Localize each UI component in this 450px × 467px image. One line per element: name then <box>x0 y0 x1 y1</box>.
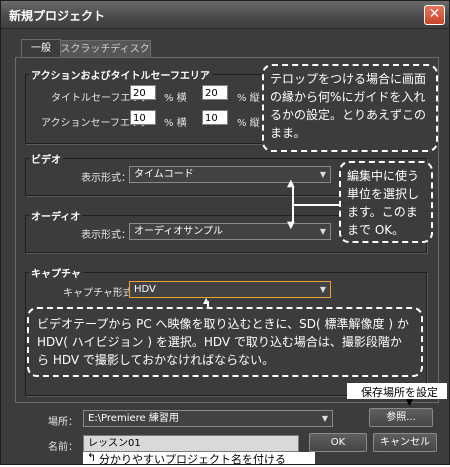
tab-scratch-disks[interactable]: スクラッチディスク <box>59 40 151 58</box>
safe-area-callout-text: テロップをつける場合に画面の縁から何%にガイドを入れるかの設定。とりあえずこのま… <box>270 72 427 140</box>
action-safe-horizontal-unit: % 横 <box>164 118 187 129</box>
title-safe-vertical-input[interactable]: 20 <box>202 85 228 100</box>
audio-heading: オーディオ <box>29 208 83 223</box>
new-project-dialog: 新規プロジェクト ✕ 一般 スクラッチディスク アクションおよびタイトルセーフエ… <box>0 0 450 466</box>
dialog-title: 新規プロジェクト <box>9 9 106 23</box>
display-format-callout-text: 編集中に使う単位を選択します。このままで OK。 <box>347 169 420 237</box>
cancel-button[interactable]: キャンセル <box>373 433 437 452</box>
title-safe-horizontal-input[interactable]: 20 <box>130 85 156 100</box>
title-safe-vertical-unit: % 縦 <box>237 93 260 104</box>
chevron-down-icon: ▼ <box>321 414 328 423</box>
safe-area-heading: アクションおよびタイトルセーフエリア <box>29 67 212 82</box>
project-name-input[interactable]: レッスン01 <box>83 435 299 452</box>
location-value: E:\Premiere 練習用 <box>88 413 179 424</box>
browse-button[interactable]: 参照... <box>369 408 433 427</box>
title-bar: 新規プロジェクト ✕ <box>1 1 449 29</box>
arrow-up-icon: ▲ <box>203 296 210 305</box>
chevron-down-icon: ▼ <box>319 227 326 236</box>
ok-button[interactable]: OK <box>309 433 367 452</box>
title-safe-horizontal-unit: % 横 <box>164 93 187 104</box>
video-display-format-value: タイムコード <box>134 169 194 180</box>
capture-callout-text: ビデオテープから PC へ映像を取り込むときに、SD( 標準解像度 ) か HD… <box>37 317 409 367</box>
name-label: 名前： <box>48 442 78 453</box>
arrow-down-icon: ▼ <box>287 220 295 231</box>
capture-format-value: HDV <box>134 284 156 295</box>
video-heading: ビデオ <box>29 151 63 166</box>
capture-format-select[interactable]: HDV ▼ <box>129 281 331 298</box>
audio-display-format-label: 表示形式： <box>81 230 131 241</box>
audio-display-format-select[interactable]: オーディオサンプル ▼ <box>129 223 331 240</box>
video-display-format-label: 表示形式： <box>81 173 131 184</box>
action-safe-vertical-input[interactable]: 10 <box>202 110 228 125</box>
display-format-callout: 編集中に使う単位を選択します。このままで OK。 <box>339 161 433 243</box>
location-select[interactable]: E:\Premiere 練習用 ▼ <box>83 410 333 427</box>
chevron-down-icon: ▼ <box>319 170 326 179</box>
capture-heading: キャプチャ <box>29 265 83 280</box>
audio-display-format-value: オーディオサンプル <box>134 226 223 237</box>
video-display-format-select[interactable]: タイムコード ▼ <box>129 166 331 183</box>
tab-general[interactable]: 一般 <box>21 39 61 57</box>
arrow-down-icon: ▼ <box>406 398 413 408</box>
arrow-up-icon: ▲ <box>287 178 295 189</box>
capture-callout: ビデオテープから PC へ映像を取り込むときに、SD( 標準解像度 ) か HD… <box>27 307 423 377</box>
close-button[interactable]: ✕ <box>424 5 445 25</box>
safe-area-callout: テロップをつける場合に画面の縁から何%にガイドを入れるかの設定。とりあえずこのま… <box>262 64 438 152</box>
save-location-annotation: 保存場所を設定 <box>361 386 438 399</box>
close-icon: ✕ <box>428 6 441 22</box>
chevron-down-icon: ▼ <box>319 285 326 294</box>
location-label: 場所： <box>48 417 78 428</box>
arrow-up-left-icon: ↰ <box>87 451 97 464</box>
action-safe-vertical-unit: % 縦 <box>237 118 260 129</box>
action-safe-horizontal-input[interactable]: 10 <box>130 110 156 125</box>
callout-pointer-line <box>293 204 339 206</box>
